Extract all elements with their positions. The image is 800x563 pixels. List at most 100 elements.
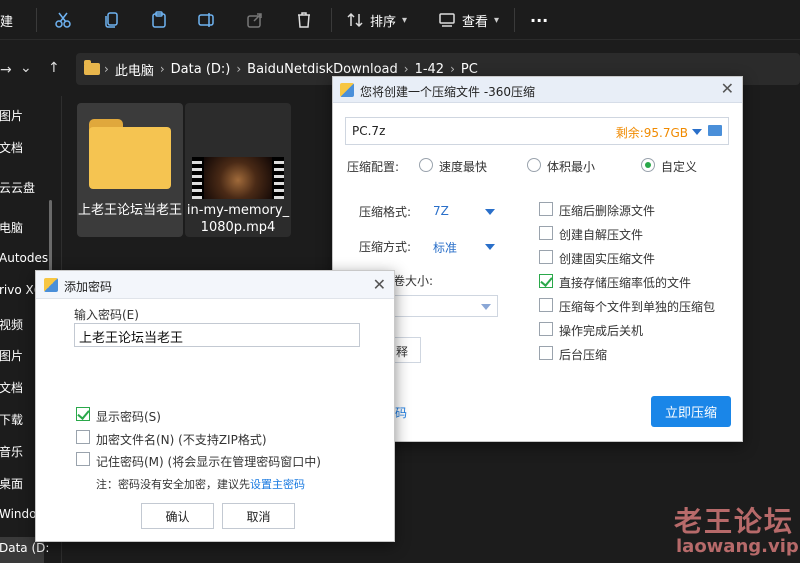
dialog-titlebar: 添加密码 ✕: [36, 271, 394, 299]
option-label[interactable]: 创建自解压文件: [559, 226, 643, 243]
option-checkbox[interactable]: [539, 298, 553, 312]
sort-button[interactable]: 排序 ▾: [346, 0, 407, 40]
sidebar-item-videos[interactable]: 视频: [0, 316, 23, 333]
arrow-up-icon: ↑: [48, 60, 60, 76]
chevron-down-icon[interactable]: [485, 209, 495, 215]
share-button[interactable]: [246, 0, 264, 40]
chevron-down-icon[interactable]: [485, 244, 495, 250]
free-space-label: 剩余:95.7GB: [615, 126, 688, 140]
option-checkbox[interactable]: [539, 202, 553, 216]
output-path-field[interactable]: PC.7z 剩余:95.7GB: [345, 117, 729, 145]
file-item-name: in-my-memory_1080p.mp4: [186, 203, 290, 235]
recent-button[interactable]: ⌄: [20, 60, 32, 76]
sidebar-item-pictures[interactable]: 图片: [0, 107, 23, 124]
show-password-checkbox[interactable]: [76, 407, 90, 421]
radio-smallest-label[interactable]: 体积最小: [547, 158, 595, 175]
option-checkbox[interactable]: [539, 226, 553, 240]
sort-label: 排序: [370, 14, 397, 30]
start-compress-button[interactable]: 立即压缩: [651, 396, 731, 427]
breadcrumb-this-pc[interactable]: 此电脑: [115, 60, 154, 79]
paste-icon: [152, 11, 166, 28]
rename-button[interactable]: [198, 0, 216, 40]
security-note-text: 注：密码没有安全加密，建议先: [96, 478, 250, 491]
close-icon[interactable]: ✕: [373, 277, 386, 293]
more-button[interactable]: ···: [530, 0, 548, 40]
set-master-password-link[interactable]: 设置主密码: [250, 478, 305, 491]
encrypt-names-label[interactable]: 加密文件名(N) (不支持ZIP格式): [96, 431, 267, 448]
security-note: 注：密码没有安全加密，建议先设置主密码: [96, 476, 305, 492]
chevron-down-icon[interactable]: [692, 129, 702, 135]
sidebar-item-this-pc[interactable]: 电脑: [0, 219, 23, 236]
watermark-title: 老王论坛: [674, 505, 795, 538]
browse-folder-icon[interactable]: [708, 125, 722, 136]
explorer-toolbar: 建 排序 ▾ 查看 ▾ ···: [0, 0, 800, 40]
password-dialog: 添加密码 ✕ 输入密码(E) 上老王论坛当老王 显示密码(S) 加密文件名(N)…: [35, 270, 395, 542]
remember-password-checkbox[interactable]: [76, 452, 90, 466]
sidebar-item-music[interactable]: 音乐: [0, 443, 23, 460]
breadcrumb-data-drive[interactable]: Data (D:): [171, 62, 231, 77]
file-item-folder[interactable]: 上老王论坛当老王: [77, 103, 183, 237]
sidebar-item-documents-2[interactable]: 文档: [0, 379, 23, 396]
dialog-title: 添加密码: [64, 280, 113, 294]
radio-fastest[interactable]: [419, 158, 433, 172]
method-value[interactable]: 标准: [433, 239, 457, 256]
sidebar-item-autodesk[interactable]: Autodes: [0, 251, 48, 265]
chevron-right-icon: ›: [236, 62, 242, 76]
option-checkbox[interactable]: [539, 322, 553, 336]
radio-custom[interactable]: [641, 158, 655, 172]
option-label[interactable]: 直接存储压缩率低的文件: [559, 274, 691, 291]
chevron-right-icon: ›: [403, 62, 409, 76]
sidebar-item-documents[interactable]: 文档: [0, 139, 23, 156]
radio-smallest[interactable]: [527, 158, 541, 172]
new-button[interactable]: 建: [0, 0, 13, 40]
sidebar-item-data-drive[interactable]: Data (D:: [0, 541, 49, 555]
format-value[interactable]: 7Z: [433, 204, 449, 218]
cut-button[interactable]: [54, 0, 72, 40]
cancel-button[interactable]: 取消: [222, 503, 295, 529]
comment-button-label: 释: [396, 345, 409, 359]
up-button[interactable]: ↑: [48, 60, 60, 76]
folder-icon: [89, 119, 171, 189]
dialog-titlebar: 您将创建一个压缩文件 -360压缩 ✕: [333, 77, 742, 103]
360-zip-icon: [340, 83, 354, 97]
radio-fastest-label[interactable]: 速度最快: [439, 158, 487, 175]
sidebar-item-desktop[interactable]: 桌面: [0, 475, 23, 492]
password-link[interactable]: 码: [395, 404, 407, 421]
config-label: 压缩配置:: [347, 160, 400, 174]
toolbar-divider: [36, 8, 37, 32]
sidebar-item-pictures-2[interactable]: 图片: [0, 347, 23, 364]
breadcrumb-pc[interactable]: PC: [461, 62, 478, 77]
copy-button[interactable]: [103, 0, 121, 40]
option-label[interactable]: 创建固实压缩文件: [559, 250, 655, 267]
watermark-url: laowang.vip: [676, 536, 799, 557]
chevron-down-icon: ▾: [402, 14, 408, 26]
format-label: 压缩格式:: [359, 205, 412, 219]
chevron-down-icon: [481, 304, 491, 310]
arrow-left-icon: →: [0, 62, 12, 78]
option-checkbox[interactable]: [539, 274, 553, 288]
view-button[interactable]: 查看 ▾: [438, 0, 499, 40]
sidebar-item-downloads[interactable]: 下载: [0, 411, 23, 428]
paste-button[interactable]: [150, 0, 168, 40]
delete-button[interactable]: [295, 0, 313, 40]
password-input[interactable]: 上老王论坛当老王: [74, 323, 360, 347]
breadcrumb-1-42[interactable]: 1-42: [415, 62, 445, 77]
output-path-value: PC.7z: [352, 124, 386, 138]
file-item-video[interactable]: in-my-memory_1080p.mp4: [185, 103, 291, 237]
option-label[interactable]: 压缩后删除源文件: [559, 202, 655, 219]
show-password-label[interactable]: 显示密码(S): [96, 408, 161, 425]
breadcrumb-baidu[interactable]: BaiduNetdiskDownload: [247, 62, 398, 77]
option-checkbox[interactable]: [539, 346, 553, 360]
rename-icon: [198, 13, 214, 27]
ok-button[interactable]: 确认: [141, 503, 214, 529]
option-label[interactable]: 后台压缩: [559, 346, 607, 363]
sidebar-item-cloud[interactable]: 云云盘: [0, 179, 35, 196]
radio-custom-label[interactable]: 自定义: [661, 158, 697, 175]
option-label[interactable]: 操作完成后关机: [559, 322, 643, 339]
remember-password-label[interactable]: 记住密码(M) (将会显示在管理密码窗口中): [96, 453, 321, 470]
option-checkbox[interactable]: [539, 250, 553, 264]
back-button[interactable]: →: [0, 62, 12, 78]
encrypt-names-checkbox[interactable]: [76, 430, 90, 444]
close-icon[interactable]: ✕: [721, 81, 734, 97]
option-label[interactable]: 压缩每个文件到单独的压缩包: [559, 298, 715, 315]
